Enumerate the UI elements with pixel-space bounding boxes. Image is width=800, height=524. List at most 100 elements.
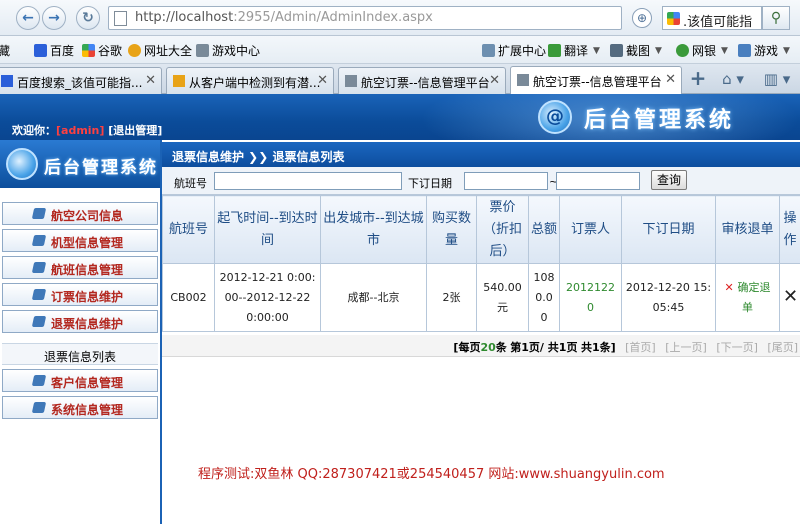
bookmark-extensions[interactable]: 扩展中心 [482, 42, 546, 59]
menu-bullet-icon [31, 208, 47, 219]
bookmark-games-center[interactable]: 游戏中心 [196, 42, 260, 59]
gamepad-icon [196, 44, 209, 57]
sidebar-item-label: 订票信息维护 [51, 290, 124, 304]
back-arrow-icon[interactable]: ← [16, 6, 40, 30]
url-text[interactable]: http://localhost:2955/Admin/AdminIndex.a… [135, 10, 433, 25]
column-header-booker: 订票人 [559, 195, 622, 264]
close-icon[interactable]: ✕ [145, 73, 156, 88]
bank-icon [676, 44, 689, 57]
page-icon [517, 74, 529, 86]
breadcrumb: 退票信息维护 ❯❯ 退票信息列表 [172, 150, 345, 164]
page-icon [173, 75, 185, 87]
sidebar-item-airlines[interactable]: 航空公司信息 [2, 202, 158, 225]
gamepad-icon [738, 44, 751, 57]
dropdown-arrow-icon: ▼ [655, 45, 662, 56]
search-form: 航班号 下订日期 ~ 查询 [162, 167, 800, 195]
per-page-suffix: 条 [495, 341, 507, 354]
flight-number-input[interactable] [214, 172, 402, 190]
bookmark-baidu[interactable]: 百度 [34, 42, 74, 59]
sidebar-item-label: 客户信息管理 [51, 376, 124, 390]
page-icon [345, 75, 357, 87]
sidebar-item-label: 退票信息维护 [51, 317, 124, 331]
refund-table: 航班号 起飞时间--到达时间 出发城市--到达城市 购买数量 票价（折扣后） 总… [162, 195, 800, 332]
close-icon[interactable]: ✕ [317, 73, 328, 88]
baidu-icon [1, 75, 13, 87]
close-icon[interactable]: ✕ [665, 72, 676, 87]
close-icon[interactable]: ✕ [489, 73, 500, 88]
address-bar[interactable]: http://localhost:2955/Admin/AdminIndex.a… [108, 6, 721, 30]
bookmark-games[interactable]: 游戏 ▼ [738, 42, 790, 59]
last-page-link[interactable]: [尾页] [767, 341, 798, 354]
trash-icon[interactable]: ▥ ▾ [760, 68, 794, 90]
sidebar-item-system[interactable]: 系统信息管理 [2, 396, 158, 419]
sidebar-item-refunds[interactable]: 退票信息维护 [2, 310, 158, 333]
search-icon[interactable]: ⚲ [762, 6, 790, 30]
sidebar-subitem-refund-list[interactable]: 退票信息列表 [2, 343, 158, 365]
new-tab-plus-icon[interactable]: + [686, 68, 710, 90]
cell-order-date: 2012-12-20 15:05:45 [621, 263, 716, 332]
tab-client-check[interactable]: 从客户端中检测到有潜... ✕ [166, 67, 334, 94]
tab-label: 从客户端中检测到有潜... [189, 76, 321, 90]
order-date-label: 下订日期 [408, 177, 452, 190]
cell-booker: 20121220 [559, 263, 622, 332]
menu-bullet-icon [31, 289, 47, 300]
order-date-start-input[interactable] [464, 172, 548, 190]
menu-bullet-icon [31, 402, 47, 413]
cell-total: 1080.00 [528, 263, 560, 332]
translate-icon [548, 44, 561, 57]
search-input[interactable]: .该值可能指 [662, 6, 762, 30]
table-row: CB002 2012-12-21 0:00:00--2012-12-22 0:0… [162, 263, 800, 332]
bookmark-collect[interactable]: 藏 [0, 42, 10, 59]
tab-baidu-search[interactable]: 百度搜索_该值可能指... ✕ [0, 67, 162, 94]
count-suffix: 条] [599, 341, 616, 354]
current-user: [admin] [56, 124, 105, 137]
cell-audit: ✕ 确定退单 [715, 263, 780, 332]
shield-icon[interactable]: ⊕ [632, 8, 652, 28]
menu-bullet-icon [31, 235, 47, 246]
home-icon[interactable]: ⌂ ▾ [716, 68, 750, 90]
sites-icon [128, 44, 141, 57]
bookmark-screenshot[interactable]: 截图 ▼ [610, 42, 662, 59]
forward-arrow-icon[interactable]: → [42, 6, 66, 30]
sidebar-item-flights[interactable]: 航班信息管理 [2, 256, 158, 279]
query-button[interactable]: 查询 [651, 170, 687, 190]
dropdown-arrow-icon: ▼ [783, 45, 790, 56]
bookmark-google[interactable]: 谷歌 [82, 42, 122, 59]
sidebar-subitem-label: 退票信息列表 [44, 350, 117, 364]
column-header-total: 总额 [528, 195, 560, 264]
reload-icon[interactable]: ↻ [76, 6, 100, 30]
baidu-icon [34, 44, 47, 57]
delete-icon[interactable]: ✕ [783, 286, 798, 307]
bookmark-label: 网银 [692, 44, 717, 58]
record-count: 1 [591, 341, 600, 354]
bookmark-bank[interactable]: 网银 ▼ [676, 42, 728, 59]
first-page-link[interactable]: [首页] [625, 341, 656, 354]
sidebar-item-aircraft[interactable]: 机型信息管理 [2, 229, 158, 252]
logout-link[interactable]: [退出管理] [108, 124, 162, 137]
bookmark-sites[interactable]: 网址大全 [128, 42, 192, 59]
confirm-refund-link[interactable]: ✕ 确定退单 [719, 278, 776, 318]
per-page-count: 20 [480, 341, 496, 354]
bookmark-label: 游戏中心 [212, 44, 261, 58]
sidebar-menu: 航空公司信息 机型信息管理 航班信息管理 订票信息维护 退票信息维护 退票信息列… [0, 202, 160, 423]
next-page-link[interactable]: [下一页] [716, 341, 758, 354]
prev-page-link[interactable]: [上一页] [665, 341, 707, 354]
tab-label: 航空订票--信息管理平台 [533, 75, 662, 89]
tab-airline-active[interactable]: 航空订票--信息管理平台 ✕ [510, 66, 682, 94]
count-prefix: 共 [580, 341, 592, 354]
bookmark-label: 截图 [626, 44, 651, 58]
cell-cities: 成都--北京 [320, 263, 427, 332]
bookmark-translate[interactable]: 翻译 ▼ [548, 42, 600, 59]
page-icon [114, 11, 127, 26]
sidebar: 后台管理系统 航空公司信息 机型信息管理 航班信息管理 订票信息维护 退票信息维… [0, 140, 162, 524]
column-header-order-date: 下订日期 [621, 195, 716, 264]
logo-icon [6, 148, 38, 180]
order-date-end-input[interactable] [556, 172, 640, 190]
sidebar-item-customers[interactable]: 客户信息管理 [2, 369, 158, 392]
column-header-cities: 出发城市--到达城市 [320, 195, 427, 264]
page-suffix: 页 [566, 341, 578, 354]
tab-airline-1[interactable]: 航空订票--信息管理平台 ✕ [338, 67, 506, 94]
sidebar-item-label: 机型信息管理 [51, 236, 124, 250]
breadcrumb-bar: 退票信息维护 ❯❯ 退票信息列表 [162, 142, 800, 167]
sidebar-item-bookings[interactable]: 订票信息维护 [2, 283, 158, 306]
